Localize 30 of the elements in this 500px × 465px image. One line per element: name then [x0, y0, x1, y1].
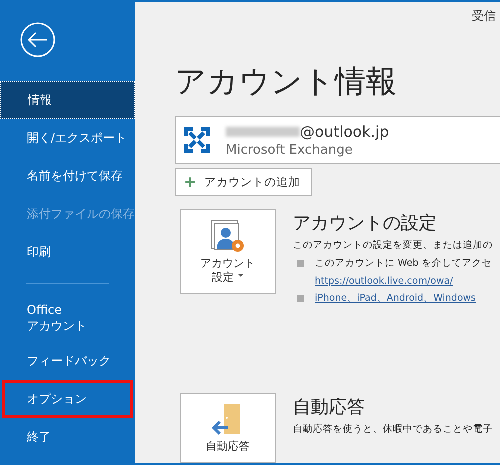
sidebar-item[interactable]: 名前を付けて保存 — [0, 157, 135, 195]
tile-button[interactable]: アカウント 設定 — [180, 209, 276, 294]
sidebar-item[interactable]: 情報 — [0, 81, 135, 119]
section-description: 自動応答を使うと、休暇中であることや電子 — [293, 423, 493, 436]
page-title: アカウント情報 — [175, 63, 398, 102]
link[interactable]: https://outlook.live.com/owa/ — [315, 276, 492, 287]
back-button[interactable] — [20, 22, 56, 58]
sidebar-item[interactable]: Office アカウント — [0, 294, 135, 342]
exchange-icon — [182, 125, 212, 155]
account-gear-icon — [210, 218, 246, 254]
add-account-button[interactable]: + アカウントの追加 — [175, 168, 312, 196]
account-selector[interactable]: @outlook.jp Microsoft Exchange — [175, 116, 500, 164]
sidebar-item[interactable]: 印刷 — [0, 233, 135, 271]
sidebar-item[interactable]: オプション — [2, 380, 133, 418]
bullet-text: このアカウントに Web を介してアクセ — [315, 257, 492, 270]
sidebar-item[interactable]: 開く/エクスポート — [0, 119, 135, 157]
sidebar-item[interactable]: 終了 — [0, 418, 135, 456]
account-type: Microsoft Exchange — [226, 142, 354, 158]
folder-label: 受信 — [472, 8, 496, 25]
sidebar-item[interactable]: フィードバック — [0, 342, 135, 380]
bullet-icon — [297, 260, 304, 267]
caret-icon — [238, 274, 244, 280]
account-email: @outlook.jp — [300, 122, 390, 140]
bullet-icon — [297, 295, 304, 302]
section-heading: 自動応答 — [293, 396, 366, 419]
tile-button[interactable]: 自動応答 — [180, 393, 276, 463]
section-heading: アカウントの設定 — [293, 212, 438, 235]
section-description: このアカウントの設定を変更、または追加の — [293, 239, 493, 252]
plus-icon: + — [184, 173, 197, 191]
link[interactable]: iPhone、iPad、Android、Windows — [315, 292, 476, 305]
